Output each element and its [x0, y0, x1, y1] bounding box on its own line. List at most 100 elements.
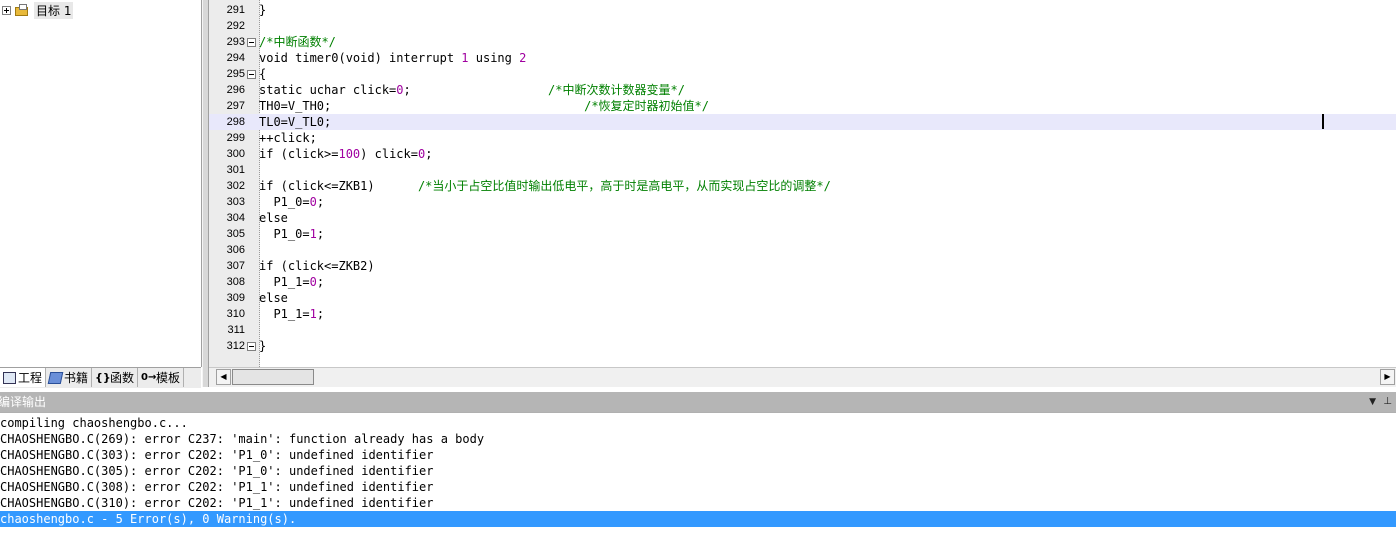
code-line[interactable]: 304 else: [209, 210, 1396, 226]
line-number: 305: [226, 228, 245, 240]
text-caret: [1322, 114, 1324, 129]
line-number: 306: [226, 244, 245, 256]
code-line[interactable]: 297 TH0=V_TH0; /*恢复定时器初始值*/: [209, 98, 1396, 114]
code-text: P1_1=0;: [259, 274, 324, 290]
output-line[interactable]: compiling chaoshengbo.c...: [0, 415, 188, 431]
code-line[interactable]: 296 static uchar click=0; /*中断次数计数器变量*/: [209, 82, 1396, 98]
code-line[interactable]: 306: [209, 242, 1396, 258]
code-token: }: [259, 3, 267, 17]
collapse-icon[interactable]: [247, 38, 256, 47]
code-token: if (click<=ZKB1): [259, 179, 418, 193]
code-comment: /*恢复定时器初始值*/: [584, 99, 710, 113]
line-number: 294: [226, 52, 245, 64]
tab-templates[interactable]: 0→ 模板: [138, 368, 185, 387]
line-number: 310: [226, 308, 245, 320]
code-comment: /*中断函数*/: [259, 35, 336, 49]
code-text: TL0=V_TL0;: [259, 114, 331, 130]
line-number: 292: [226, 20, 245, 32]
code-line[interactable]: 295 {: [209, 66, 1396, 82]
code-token: P1_1=: [259, 275, 310, 289]
panel-splitter[interactable]: [202, 0, 209, 387]
line-number: 298: [226, 116, 245, 128]
code-text: if (click<=ZKB1) /*当小于占空比值时输出低电平，高于时是高电平…: [259, 178, 831, 194]
code-text: /*中断函数*/: [259, 34, 336, 50]
code-token: ) click=: [360, 147, 418, 161]
code-token: ;: [403, 83, 549, 97]
code-text: {: [259, 66, 266, 82]
output-line[interactable]: CHAOSHENGBO.C(303): error C202: 'P1_0': …: [0, 447, 433, 463]
line-number: 309: [226, 292, 245, 304]
code-line[interactable]: 291}: [209, 2, 1396, 18]
code-token: using: [468, 51, 520, 65]
expand-icon[interactable]: [2, 5, 11, 15]
code-text: P1_0=1;: [259, 226, 324, 242]
code-line[interactable]: 308 P1_1=0;: [209, 274, 1396, 290]
collapse-icon[interactable]: [247, 70, 256, 79]
code-token: P1_0=: [259, 195, 310, 209]
pin-icon[interactable]: ⊥: [1383, 392, 1392, 412]
tab-functions[interactable]: {} 函数: [92, 368, 139, 387]
tab-label: 模板: [156, 371, 181, 385]
output-summary-line[interactable]: chaoshengbo.c - 5 Error(s), 0 Warning(s)…: [0, 511, 1396, 527]
code-line[interactable]: 309 else: [209, 290, 1396, 306]
code-token: ++click;: [259, 131, 317, 145]
code-token: TL0=V_TL0;: [259, 115, 332, 129]
tab-project[interactable]: 工程: [0, 368, 47, 387]
code-token: ;: [425, 147, 433, 161]
code-line[interactable]: 303 P1_0=0;: [209, 194, 1396, 210]
line-number: 297: [226, 100, 245, 112]
code-token: ;: [316, 195, 325, 209]
code-line[interactable]: 310 P1_1=1;: [209, 306, 1396, 322]
output-panel: compiling chaoshengbo.c... CHAOSHENGBO.C(…: [0, 412, 1396, 551]
line-number: 311: [227, 324, 245, 336]
number-literal: 0: [309, 195, 317, 209]
code-text: P1_0=0;: [259, 194, 324, 210]
tab-label: 函数: [110, 371, 135, 385]
line-number: 300: [226, 148, 245, 160]
templates-icon: 0→: [141, 371, 157, 383]
code-line[interactable]: 302 if (click<=ZKB1) /*当小于占空比值时输出低电平，高于时是…: [209, 178, 1396, 194]
code-editor[interactable]: 291} 292 293 /*中断函数*/ 294 void timer0(void) i…: [209, 0, 1396, 367]
tab-books[interactable]: 书籍: [46, 368, 93, 387]
line-number: 296: [226, 84, 245, 96]
collapse-icon[interactable]: [247, 342, 256, 351]
line-number: 299: [226, 132, 245, 144]
code-line[interactable]: 298 TL0=V_TL0;: [209, 114, 1396, 130]
code-line[interactable]: 294 void timer0(void) interrupt 1 using 2: [209, 50, 1396, 66]
code-text: else: [259, 290, 288, 306]
code-line[interactable]: 305 P1_0=1;: [209, 226, 1396, 242]
output-line[interactable]: CHAOSHENGBO.C(269): error C237: 'main': …: [0, 431, 484, 447]
folder-icon: [14, 4, 30, 16]
horizontal-scrollbar[interactable]: ◀ ▶: [209, 367, 1396, 387]
tab-label: 书籍: [64, 371, 89, 385]
code-line[interactable]: 307 if (click<=ZKB2): [209, 258, 1396, 274]
number-literal: 100: [338, 147, 361, 161]
number-literal: 1: [309, 227, 317, 241]
scroll-right-icon[interactable]: ▶: [1380, 369, 1395, 385]
book-icon: [47, 371, 64, 384]
project-panel: 目标 1: [0, 0, 202, 367]
tree-item-target[interactable]: 目标 1: [2, 1, 74, 19]
line-number: 312: [226, 340, 245, 352]
line-number: 304: [226, 212, 245, 224]
output-line[interactable]: CHAOSHENGBO.C(310): error C202: 'P1_1': …: [0, 495, 433, 511]
code-line[interactable]: 293 /*中断函数*/: [209, 34, 1396, 50]
line-number: 307: [226, 260, 245, 272]
code-line[interactable]: 300 if (click>=100) click=0;: [209, 146, 1396, 162]
code-token: {: [259, 67, 267, 81]
code-line[interactable]: 292: [209, 18, 1396, 34]
code-line[interactable]: 312}: [209, 338, 1396, 354]
code-token: ;: [316, 275, 325, 289]
output-line[interactable]: CHAOSHENGBO.C(308): error C202: 'P1_1': …: [0, 479, 433, 495]
code-line[interactable]: 299 ++click;: [209, 130, 1396, 146]
code-line[interactable]: 301: [209, 162, 1396, 178]
scrollbar-thumb[interactable]: [232, 369, 314, 385]
line-number: 293: [226, 36, 245, 48]
dropdown-arrow-icon[interactable]: ▼: [1369, 392, 1376, 412]
code-text: ++click;: [259, 130, 317, 146]
project-icon: [3, 371, 16, 384]
output-line[interactable]: CHAOSHENGBO.C(305): error C202: 'P1_0': …: [0, 463, 433, 479]
code-line[interactable]: 311: [209, 322, 1396, 338]
code-token: TH0=V_TH0;: [259, 99, 585, 113]
scroll-left-icon[interactable]: ◀: [216, 369, 231, 385]
